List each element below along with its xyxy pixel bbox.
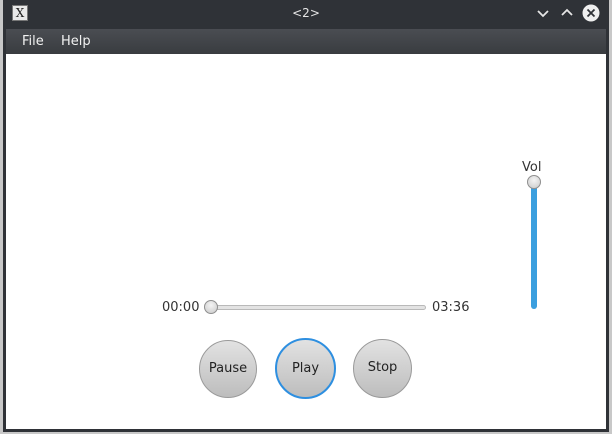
close-button[interactable]: [582, 4, 600, 22]
volume-slider[interactable]: [531, 182, 537, 309]
menu-help[interactable]: Help: [61, 34, 91, 49]
chevron-down-icon: [537, 10, 549, 18]
maximize-button[interactable]: [558, 4, 576, 22]
pause-button[interactable]: Pause: [199, 340, 257, 398]
window-title: <2>: [292, 6, 320, 20]
stop-button[interactable]: Stop: [353, 339, 412, 398]
player-panel: 00:00 03:36 Vol Pause Play Stop: [6, 54, 606, 429]
volume-fill: [531, 182, 537, 309]
app-window: X <2> File Help 00:00 03:36 Vol Pause Pl…: [3, 0, 609, 432]
seek-thumb[interactable]: [204, 300, 218, 314]
minimize-button[interactable]: [534, 4, 552, 22]
title-bar[interactable]: X <2>: [3, 0, 609, 27]
menu-bar: File Help: [6, 29, 606, 54]
close-icon: [582, 4, 600, 22]
chevron-up-icon: [561, 8, 573, 16]
menu-file[interactable]: File: [22, 34, 44, 49]
volume-thumb[interactable]: [527, 175, 541, 189]
current-time: 00:00: [162, 300, 200, 315]
play-button[interactable]: Play: [275, 338, 336, 399]
seek-slider[interactable]: [212, 305, 426, 310]
total-time: 03:36: [432, 300, 470, 315]
volume-label: Vol: [522, 160, 542, 175]
